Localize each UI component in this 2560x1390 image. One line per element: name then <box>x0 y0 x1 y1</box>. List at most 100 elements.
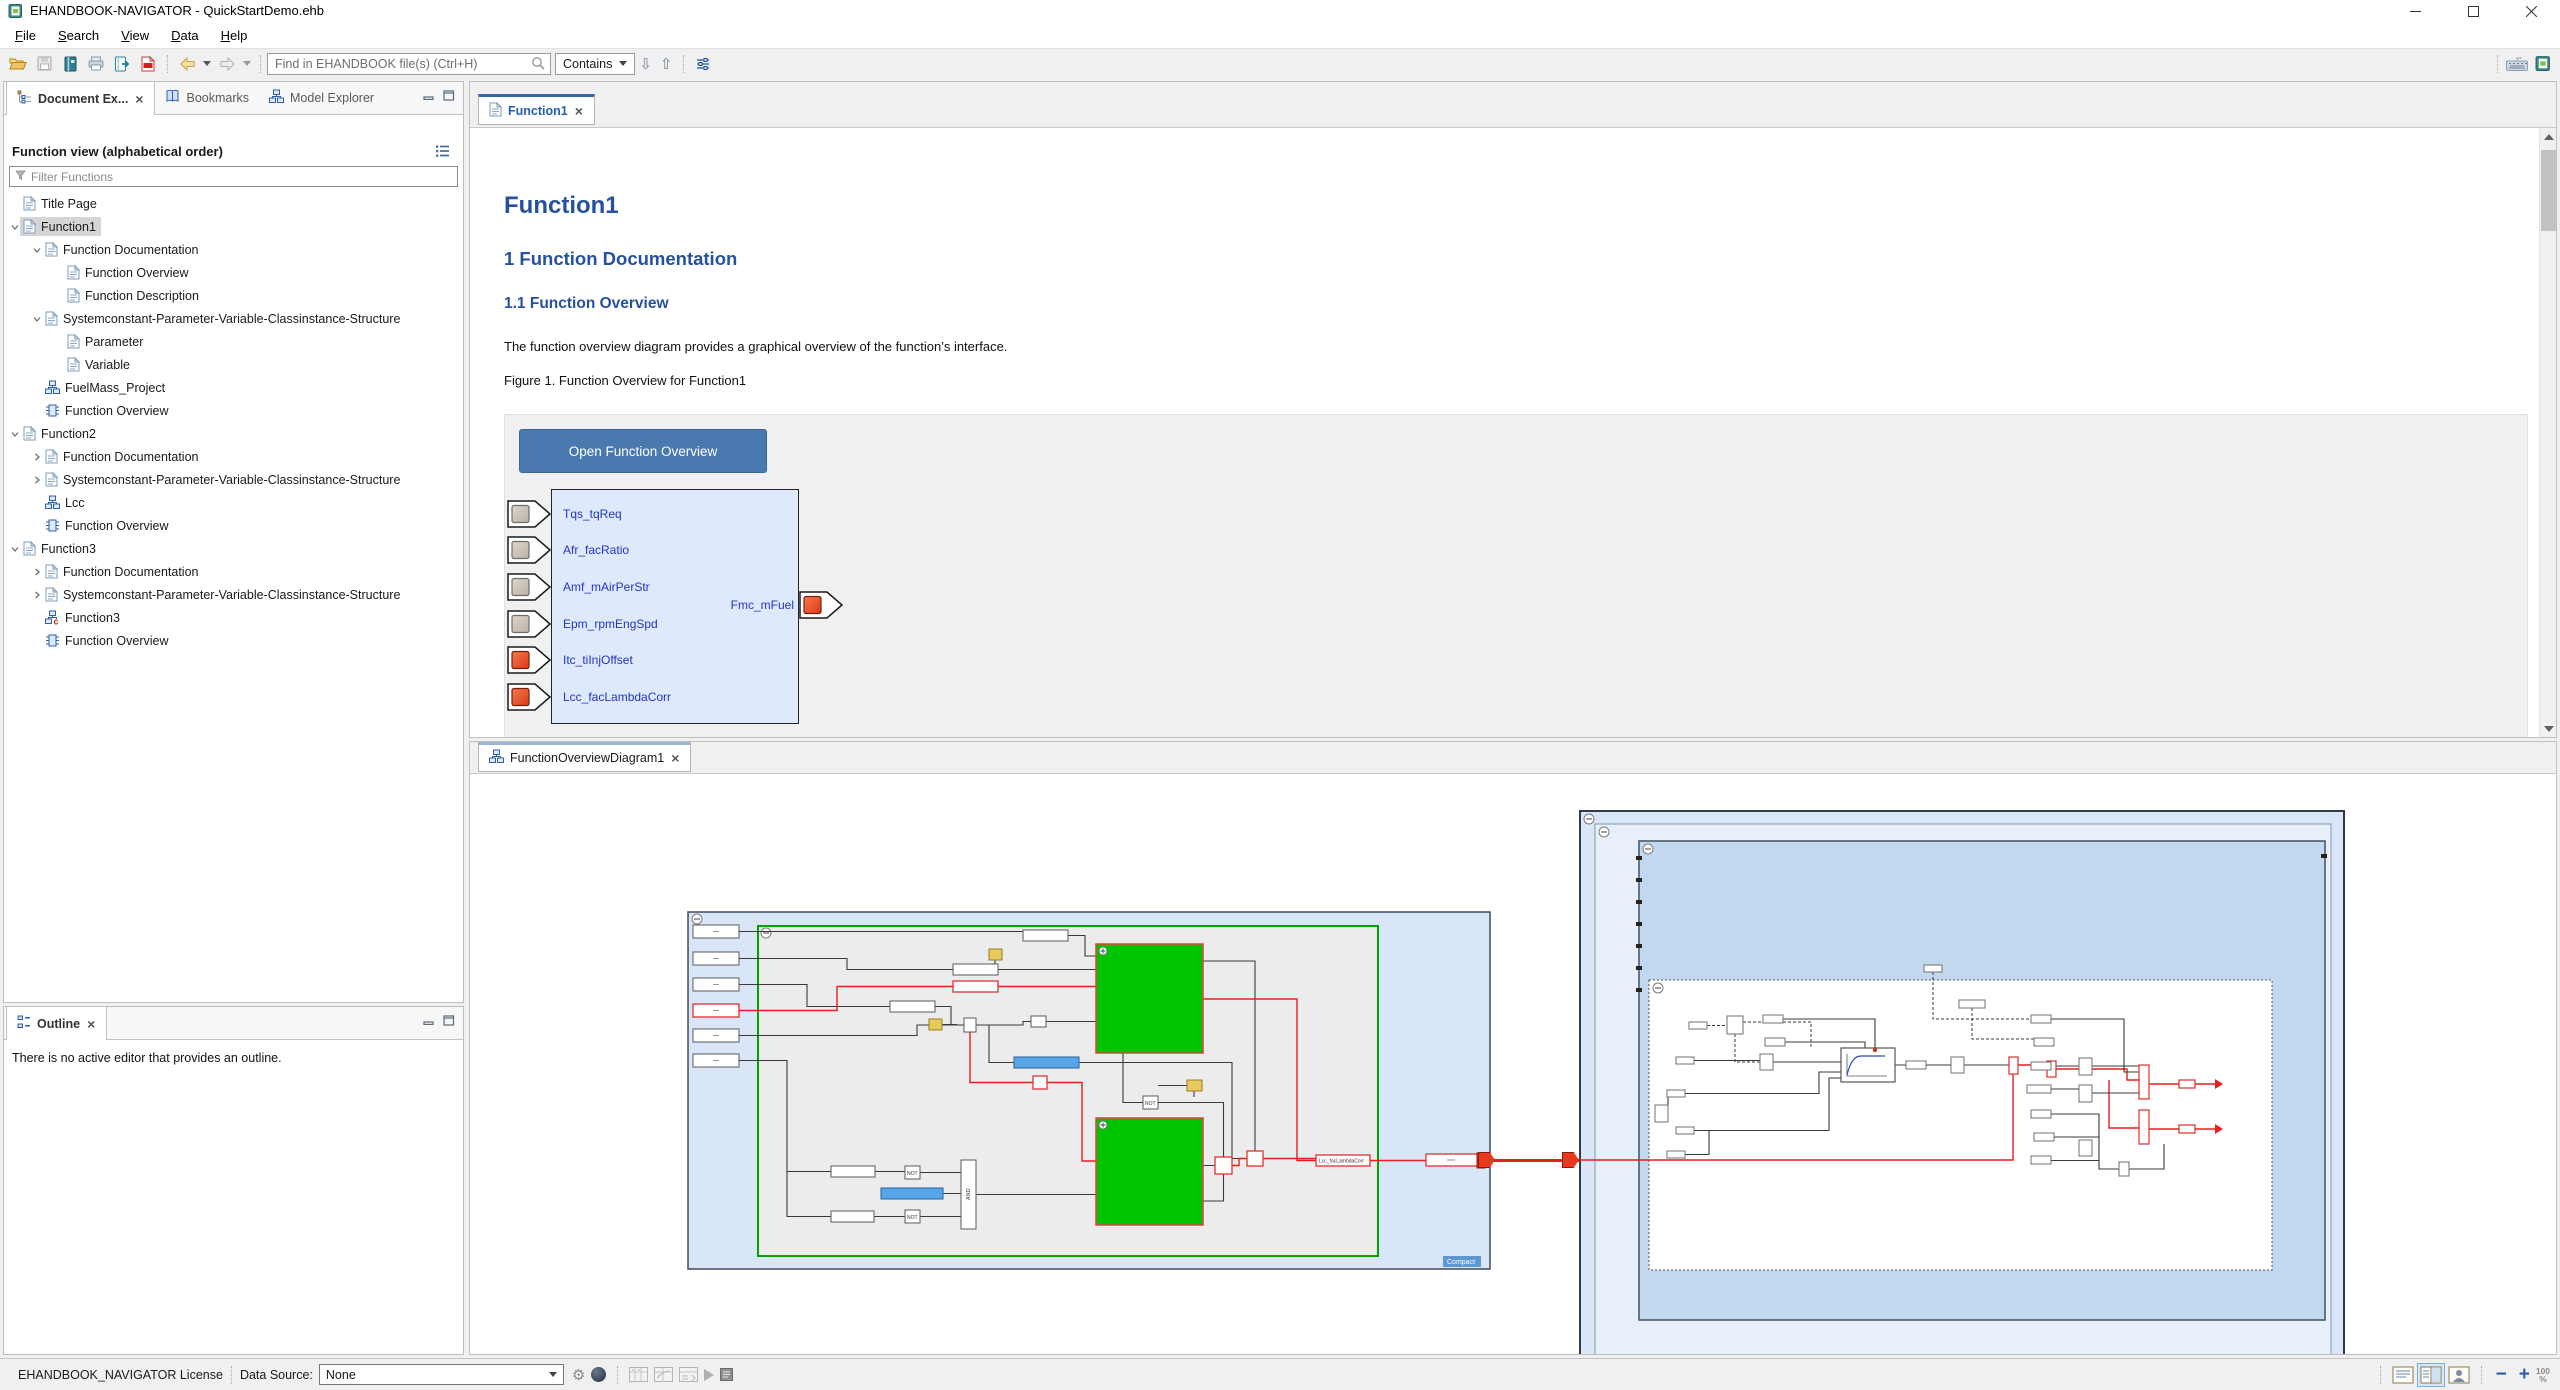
input-port-lcc_faclambdacorr[interactable] <box>507 683 552 716</box>
red-junction[interactable] <box>2008 1056 2019 1075</box>
red-out-block[interactable] <box>2178 1079 2196 1089</box>
collapse-icon[interactable] <box>1652 982 1664 994</box>
tree-item-function3[interactable]: Function3 <box>4 537 462 560</box>
tree-item-systemconstant-parameter-variable-classinstance-structure[interactable]: Systemconstant-Parameter-Variable-Classi… <box>4 307 462 330</box>
signal-bar[interactable] <box>1013 1056 1080 1069</box>
find-next-icon[interactable]: ⇩ <box>635 55 656 73</box>
block[interactable] <box>830 1165 876 1178</box>
output-port[interactable] <box>799 591 844 624</box>
tree-item-function-overview[interactable]: Function Overview <box>4 399 462 422</box>
tab-bookmarks[interactable]: Bookmarks <box>155 81 259 114</box>
not-block[interactable]: NOT <box>904 1209 921 1224</box>
close-icon[interactable]: × <box>670 751 680 765</box>
pdf-icon[interactable] <box>136 52 160 76</box>
block[interactable] <box>889 1000 936 1013</box>
input-port-tqs_tqreq[interactable] <box>507 500 552 533</box>
filter-functions-input[interactable] <box>31 169 452 184</box>
back-icon[interactable] <box>175 52 199 76</box>
and-block[interactable]: AND <box>960 1159 977 1230</box>
minimize-view-icon[interactable] <box>423 88 435 106</box>
handbook-icon[interactable] <box>58 52 82 76</box>
expander-icon[interactable] <box>10 429 20 439</box>
print-icon[interactable] <box>84 52 108 76</box>
expander-icon[interactable] <box>32 567 42 577</box>
keyboard-shortcuts-icon[interactable] <box>2505 52 2529 76</box>
calibration-map-icon[interactable] <box>629 1367 649 1382</box>
tab-outline[interactable]: Outline × <box>6 1006 108 1040</box>
input-port-amf_mairperstr[interactable] <box>507 573 552 606</box>
ehandbook-app-icon[interactable] <box>2531 52 2555 76</box>
tree-item-title-page[interactable]: Title Page <box>4 192 462 215</box>
close-icon[interactable]: × <box>574 104 584 118</box>
collapse-icon[interactable] <box>1642 843 1654 855</box>
block[interactable] <box>1905 1060 1927 1070</box>
block-highlighted[interactable] <box>1032 1075 1048 1090</box>
scroll-down-icon[interactable] <box>2540 720 2556 737</box>
expander-icon[interactable] <box>32 245 42 255</box>
tree-item-parameter[interactable]: Parameter <box>4 330 462 353</box>
comparator-block[interactable] <box>1246 1150 1264 1167</box>
constant-block[interactable] <box>988 948 1003 961</box>
lcc-model-diagram[interactable]: .wb{fill:#fff;stroke:#5a5a5a;stroke-widt… <box>687 911 1491 1270</box>
not-block[interactable]: NOT <box>1142 1095 1159 1110</box>
block[interactable] <box>952 963 999 976</box>
block[interactable] <box>1950 1056 1965 1074</box>
tab-function1[interactable]: Function1 × <box>478 94 595 125</box>
red-mux-block[interactable] <box>2138 1064 2150 1100</box>
block-highlighted[interactable] <box>952 980 999 993</box>
tree-item-systemconstant-parameter-variable-classinstance-structure[interactable]: Systemconstant-Parameter-Variable-Classi… <box>4 468 462 491</box>
tab-functionoverviewdiagram1[interactable]: FunctionOverviewDiagram1 × <box>478 742 692 772</box>
tree-item-function-overview[interactable]: Function Overview <box>4 261 462 284</box>
zoom-out-button[interactable]: − <box>2490 1364 2513 1386</box>
green-subsystem-2[interactable] <box>1095 1117 1204 1226</box>
menu-search[interactable]: Search <box>47 25 110 46</box>
comparator-block[interactable] <box>1214 1156 1233 1175</box>
maximize-view-icon[interactable] <box>443 88 455 106</box>
signal-bar[interactable] <box>880 1187 944 1200</box>
close-icon[interactable]: × <box>86 1017 96 1031</box>
expander-icon[interactable] <box>10 222 20 232</box>
mul-block[interactable] <box>963 1017 977 1033</box>
collapse-icon[interactable] <box>691 913 703 925</box>
input-port-epm_rpmengspd[interactable] <box>507 610 552 643</box>
signal-label-block[interactable]: Lcc_facLambdaCorr <box>1315 1154 1371 1167</box>
find-input[interactable] <box>267 52 551 75</box>
input-port-afr_facratio[interactable] <box>507 536 552 569</box>
scrollbar-thumb[interactable] <box>2541 150 2556 231</box>
fuelmass-model-diagram[interactable]: .wb2{fill:#fff;stroke:#707070;stroke-wid… <box>1579 810 2345 1354</box>
block[interactable] <box>1030 1015 1047 1028</box>
tree-item-function1[interactable]: Function1 <box>4 215 462 238</box>
tree-item-function3[interactable]: c Function3 <box>4 606 462 629</box>
calibration-curve-icon[interactable] <box>654 1367 674 1382</box>
zoom-reset-button[interactable]: 100 % <box>2536 1366 2550 1383</box>
green-container[interactable] <box>757 925 1379 1257</box>
maximize-view-icon[interactable] <box>443 1013 455 1031</box>
tab-document-ex-[interactable]: Document Ex... × <box>6 81 156 115</box>
open-file-icon[interactable] <box>6 52 30 76</box>
menu-data[interactable]: Data <box>160 25 209 46</box>
gear-icon[interactable]: ⚙ <box>572 1366 585 1384</box>
tree-item-fuelmass-project[interactable]: FuelMass_Project <box>4 376 462 399</box>
expander-icon[interactable] <box>32 452 42 462</box>
tree-item-variable[interactable]: Variable <box>4 353 462 376</box>
scroll-up-icon[interactable] <box>2540 128 2556 145</box>
tree-item-function-overview[interactable]: Function Overview <box>4 514 462 537</box>
constant-block[interactable] <box>1186 1079 1203 1092</box>
forward-history-dropdown-icon[interactable] <box>243 61 251 66</box>
open-function-overview-button[interactable]: Open Function Overview <box>519 429 767 473</box>
export-book-icon[interactable] <box>110 52 134 76</box>
menu-file[interactable]: File <box>4 25 47 46</box>
input-port-itc_tiinjoffset[interactable] <box>507 646 552 679</box>
collapse-icon[interactable] <box>760 927 772 939</box>
tree-item-systemconstant-parameter-variable-classinstance-structure[interactable]: Systemconstant-Parameter-Variable-Classi… <box>4 583 462 606</box>
tree-item-function-description[interactable]: Function Description <box>4 284 462 307</box>
close-button[interactable] <box>2502 0 2560 22</box>
find-previous-icon[interactable]: ⇧ <box>656 55 677 73</box>
menu-view[interactable]: View <box>110 25 160 46</box>
not-block[interactable]: NOT <box>904 1165 921 1180</box>
green-subsystem-1[interactable] <box>1095 943 1204 1054</box>
tree-item-lcc[interactable]: Lcc <box>4 491 462 514</box>
menu-help[interactable]: Help <box>210 25 259 46</box>
zoom-in-button[interactable]: + <box>2513 1364 2536 1386</box>
compact-button[interactable]: Compact <box>1443 1256 1481 1267</box>
